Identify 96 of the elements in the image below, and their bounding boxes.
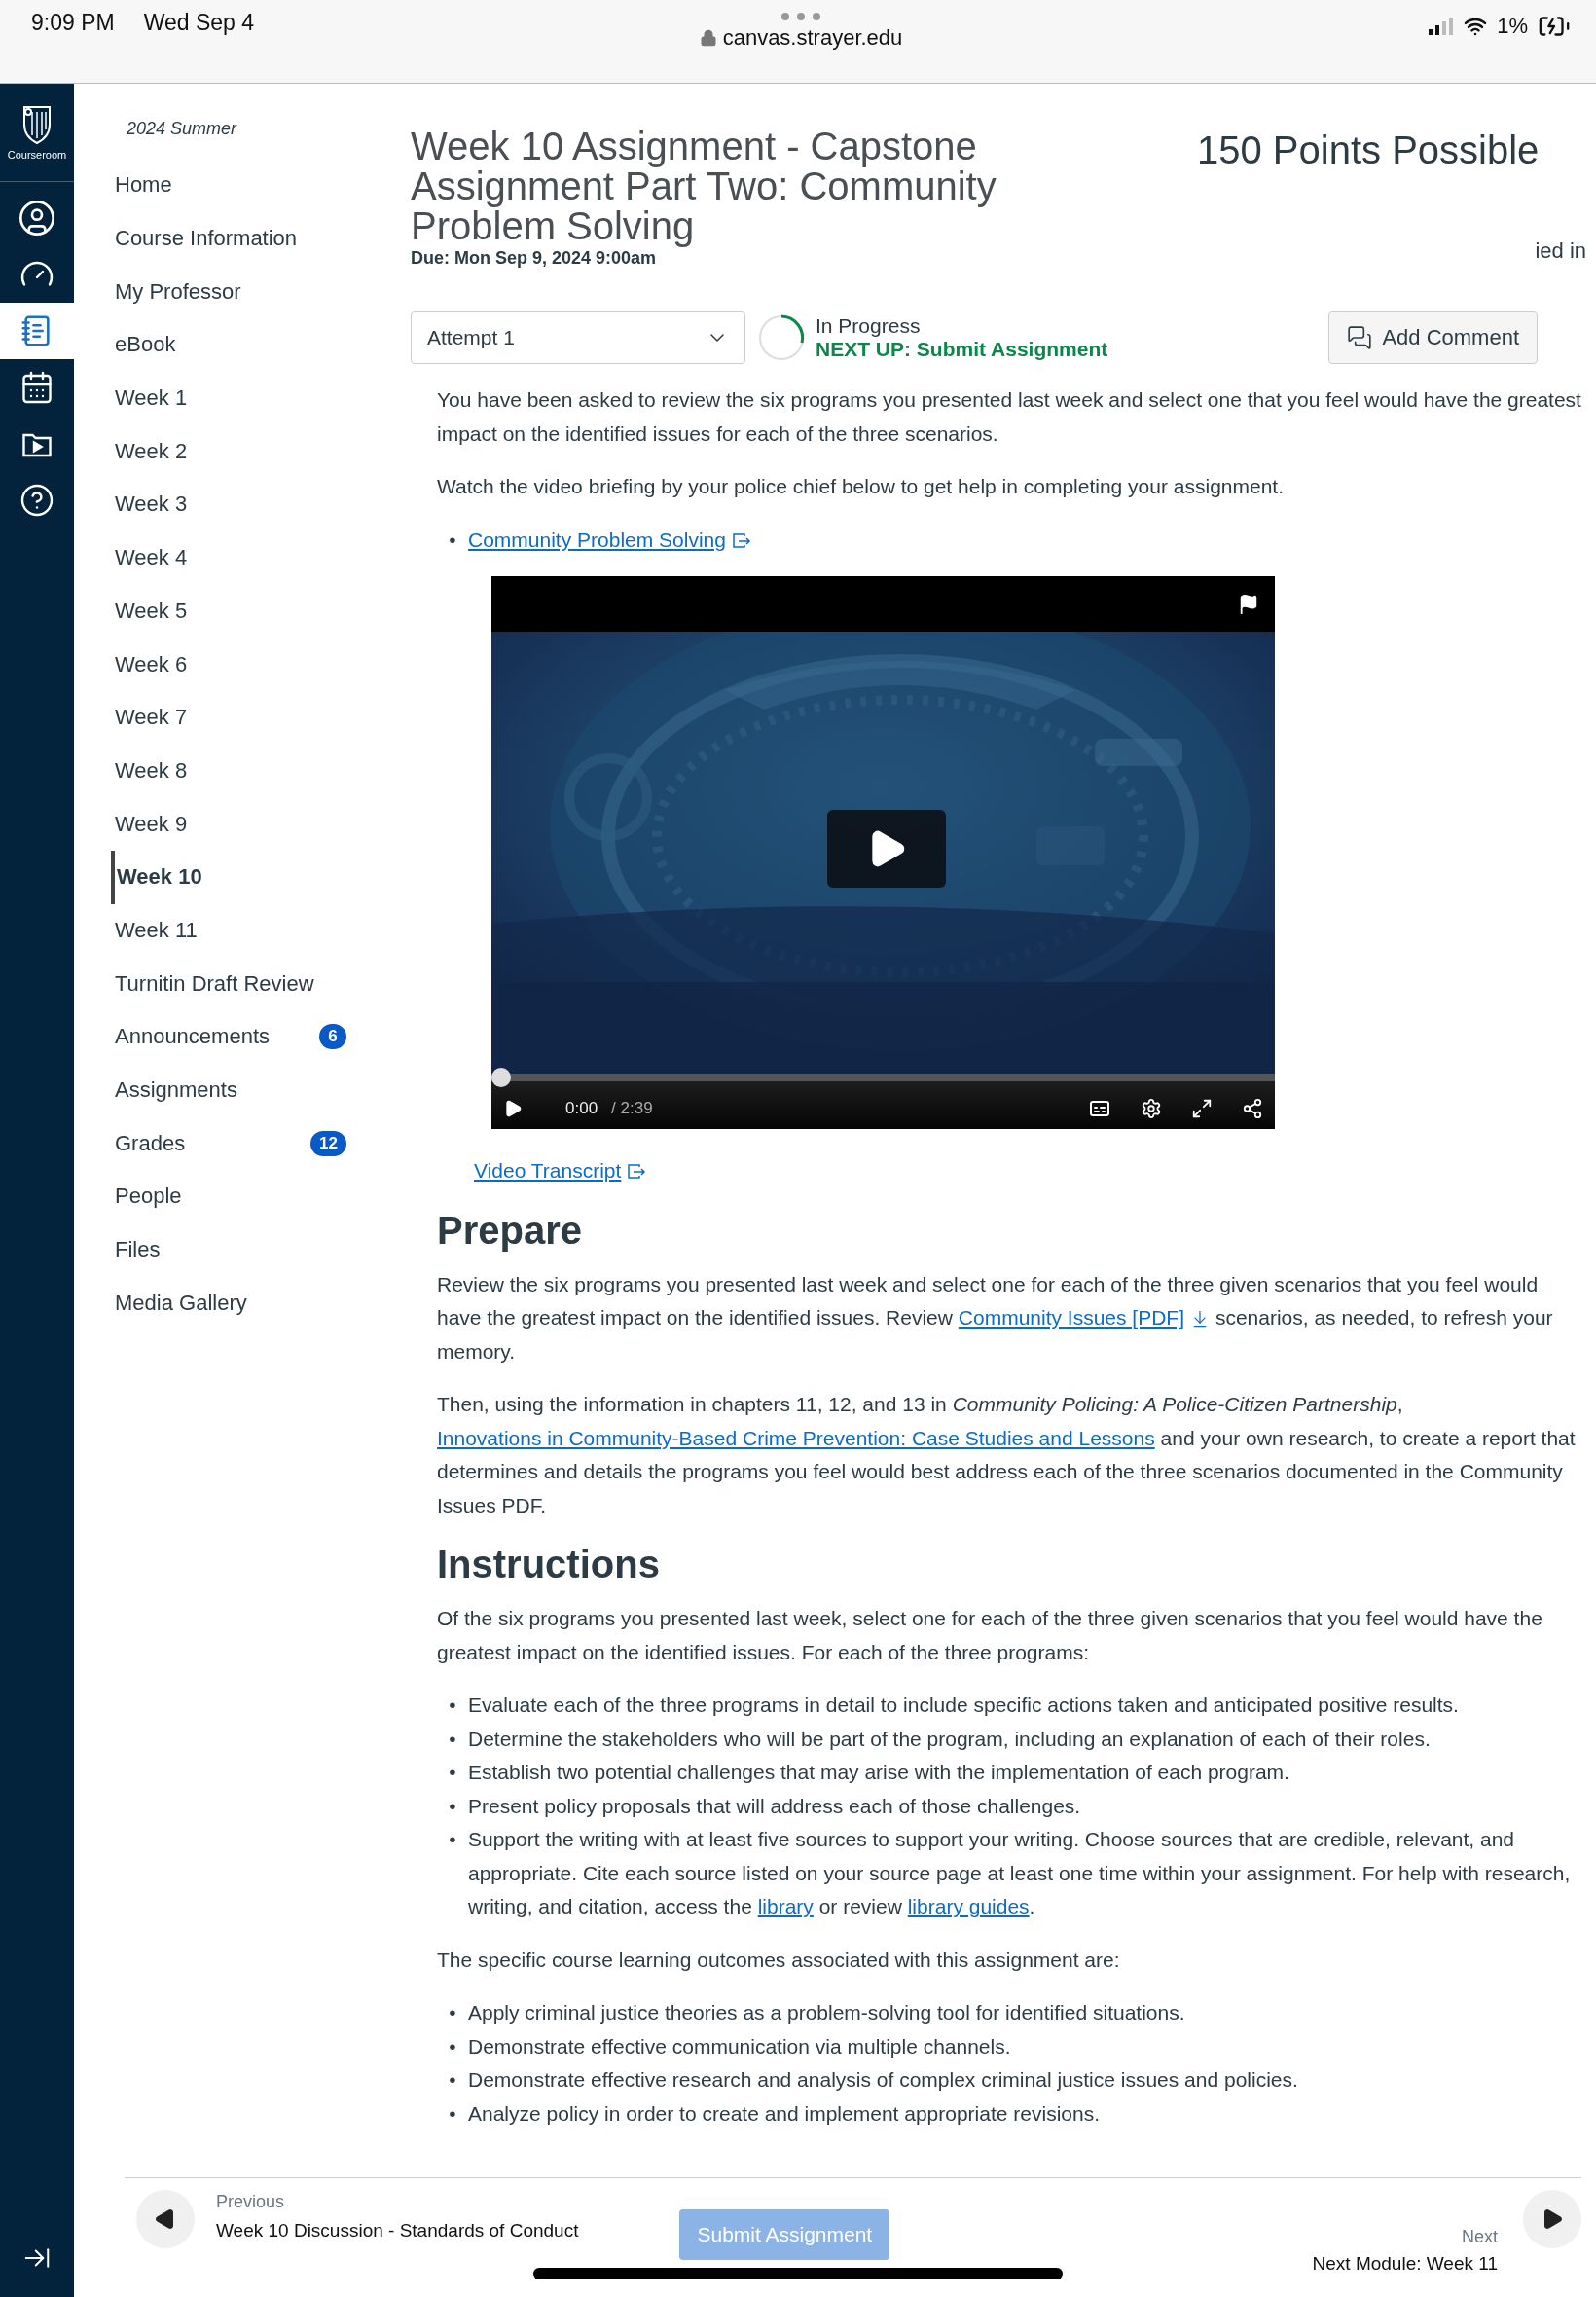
bullet-mark: • [448, 1793, 457, 1819]
current-time: 0:00 [565, 1098, 598, 1118]
text-link[interactable]: Community Issues [PDF] [958, 1306, 1185, 1329]
video-player[interactable]: 0:00 / 2:39 [491, 576, 1275, 1129]
course-nav-link[interactable]: Week 11 [111, 903, 389, 958]
comment-icon [1347, 325, 1373, 350]
status-date: Wed Sep 4 [143, 10, 255, 36]
course-nav-link[interactable]: Home [111, 159, 389, 212]
address-url[interactable]: canvas.strayer.edu [722, 25, 903, 51]
bullet-mark: • [448, 2067, 457, 2093]
bullet-item: Apply criminal justice theories as a problem-solving tool for identified situations. [468, 2000, 1186, 2025]
bullet-mark: • [448, 1693, 457, 1718]
battery-percent: 1% [1497, 14, 1528, 39]
course-nav-link[interactable]: Grades [111, 1116, 225, 1171]
duration-time: / 2:39 [611, 1098, 653, 1118]
status-time: 9:09 PM [31, 10, 115, 36]
settings-icon[interactable] [1141, 1097, 1162, 1119]
term-label: 2024 Summer [127, 119, 238, 139]
fullscreen-icon[interactable] [1191, 1097, 1213, 1119]
course-nav-link[interactable]: Week 9 [111, 797, 389, 851]
section-heading: Instructions [437, 1542, 661, 1586]
text-link[interactable]: Video Transcript [474, 1159, 622, 1182]
body-paragraph: Watch the video briefing by your police chief below to get help in completing your assignment. [437, 474, 1286, 499]
flag-icon[interactable] [1238, 593, 1259, 615]
bullet-item: Establish two potential challenges that may arise with the implementation of each program. [468, 1760, 1290, 1785]
course-nav-link[interactable]: People [111, 1170, 389, 1223]
body-paragraph: Then, using the information in chapters 11, 12, and 13 in Community Policing: A Police-Citizen Partnership, Innovations in Community-Based Crime Prevention: Case Studies and Lessons and your own research, to create a report that determines and details the programs you feel would best address each of the three scenarios documented in the Community Issues PDF. [437, 1392, 1577, 1518]
bullet-item: Analyze policy in order to create and implement appropriate revisions. [468, 2100, 1101, 2127]
section-heading: Prepare [437, 1207, 583, 1253]
bullet-mark: • [448, 2000, 457, 2025]
bullet-mark: • [448, 2100, 457, 2127]
next-up-text: NEXT UP: Submit Assignment [816, 338, 1108, 361]
share-icon[interactable] [1242, 1097, 1263, 1119]
help-icon [19, 483, 54, 518]
more-icon[interactable] [780, 12, 822, 21]
body-paragraph: Of the six programs you presented last week, select one for each of the three given scenarios that you feel would have the greatest impact on the identified issues. For each of the three programs: [437, 1606, 1543, 1665]
due-date: Due: Mon Sep 9, 2024 9:00am [411, 248, 658, 269]
course-nav-link[interactable]: Week 10 [111, 850, 389, 904]
body-paragraph: You have been asked to review the six programs you presented last week and select one that you feel would have the greatest impact on the identified issues for each of the three scenarios. [437, 387, 1582, 447]
lock-icon [699, 29, 717, 47]
bullet-mark: • [448, 2033, 457, 2060]
course-nav-link[interactable]: Week 8 [111, 744, 389, 798]
course-nav-link[interactable]: My Professor [111, 265, 389, 319]
play-icon[interactable] [503, 1098, 523, 1118]
course-nav-link[interactable]: Course Information [111, 211, 389, 266]
course-nav-link[interactable]: Files [111, 1222, 389, 1277]
text-link[interactable]: library guides [907, 1895, 1030, 1917]
signal-icon [1429, 18, 1455, 35]
seek-thumb[interactable] [491, 1068, 511, 1087]
shield-logo-icon [20, 104, 54, 145]
bullet-item: Support the writing with at least five sources to support your writing. Choose sources that are credible, relevant, and appropriate. Cite each source listed on your source page at least one time within your assignment. For help with research, writing, and citation, access the library or review library guides. [468, 1827, 1572, 1919]
bullet-item: Evaluate each of the three programs in detail to include specific actions taken and anticipated positive results. [468, 1693, 1460, 1718]
previous-title[interactable]: Week 10 Discussion - Standards of Conduct [216, 2220, 579, 2242]
bullet-mark: • [448, 527, 457, 553]
next-title[interactable]: Next Module: Week 11 [1312, 2253, 1498, 2275]
calendar-icon [19, 370, 54, 405]
course-nav-link[interactable]: Week 6 [111, 638, 389, 691]
course-nav-link[interactable]: Week 4 [111, 530, 389, 585]
bullet-mark: • [448, 1760, 457, 1785]
clipped-text: ied in [1535, 238, 1586, 264]
play-button[interactable] [827, 810, 946, 888]
count-badge: 6 [319, 1024, 346, 1050]
account-icon [18, 199, 56, 237]
progress-ring-icon [757, 313, 806, 362]
external-link-icon [731, 531, 751, 550]
bullet-item: Demonstrate effective research and analysis of complex criminal justice issues and policies. [468, 2067, 1299, 2093]
body-paragraph: The specific course learning outcomes associated with this assignment are: [437, 1947, 1121, 1973]
attempt-select[interactable]: Attempt 1 [411, 311, 745, 364]
body-paragraph: Review the six programs you presented last week and select one for each of the three given scenarios that you feel would have the greatest impact on the identified issues. Review Community Issues [PDF] scenarios, as needed, to refresh your memory. [437, 1271, 1554, 1365]
course-nav-link[interactable]: Week 3 [111, 478, 389, 531]
logo-label: Courseroom [7, 149, 67, 161]
course-nav-link[interactable]: Assignments [111, 1063, 389, 1117]
external-link-icon [627, 1163, 647, 1182]
course-nav-link[interactable]: Week 7 [111, 690, 389, 745]
course-nav-link[interactable]: Turnitin Draft Review [111, 957, 389, 1010]
course-nav-link[interactable]: Media Gallery [111, 1276, 389, 1331]
bullet-mark: • [448, 1726, 457, 1752]
bullet-mark: • [448, 1827, 457, 1852]
course-nav-link[interactable]: Week 5 [111, 584, 389, 638]
bullet-item: Present policy proposals that will address each of those challenges. [468, 1793, 1082, 1819]
assignment-title: Week 10 Assignment - Capstone Assignment Part Two: Community Problem Solving [411, 127, 998, 246]
count-badge: 12 [310, 1130, 346, 1156]
bullet-item: Demonstrate effective communication via multiple channels. [468, 2033, 1012, 2060]
next-label: Next [1462, 2227, 1498, 2247]
status-text: In Progress [816, 314, 922, 338]
previous-label: Previous [216, 2192, 286, 2212]
text-link[interactable]: Community Problem Solving [468, 528, 726, 551]
course-nav-link[interactable]: Week 2 [111, 424, 389, 479]
text-link[interactable]: library [757, 1895, 814, 1917]
bullet-item: Determine the stakeholders who will be part of the program, including an explanation of each of their roles. [468, 1726, 1432, 1752]
points-possible: 150 Points Possible [1197, 128, 1540, 172]
text-link[interactable]: Innovations in Community-Based Crime Prevention: Case Studies and Lessons [437, 1426, 1155, 1449]
course-nav-link[interactable]: eBook [111, 318, 389, 372]
course-nav-link[interactable]: Announcements [111, 1010, 308, 1064]
add-comment-button[interactable]: Add Comment [1328, 311, 1538, 364]
course-nav-link[interactable]: Week 1 [111, 371, 389, 425]
